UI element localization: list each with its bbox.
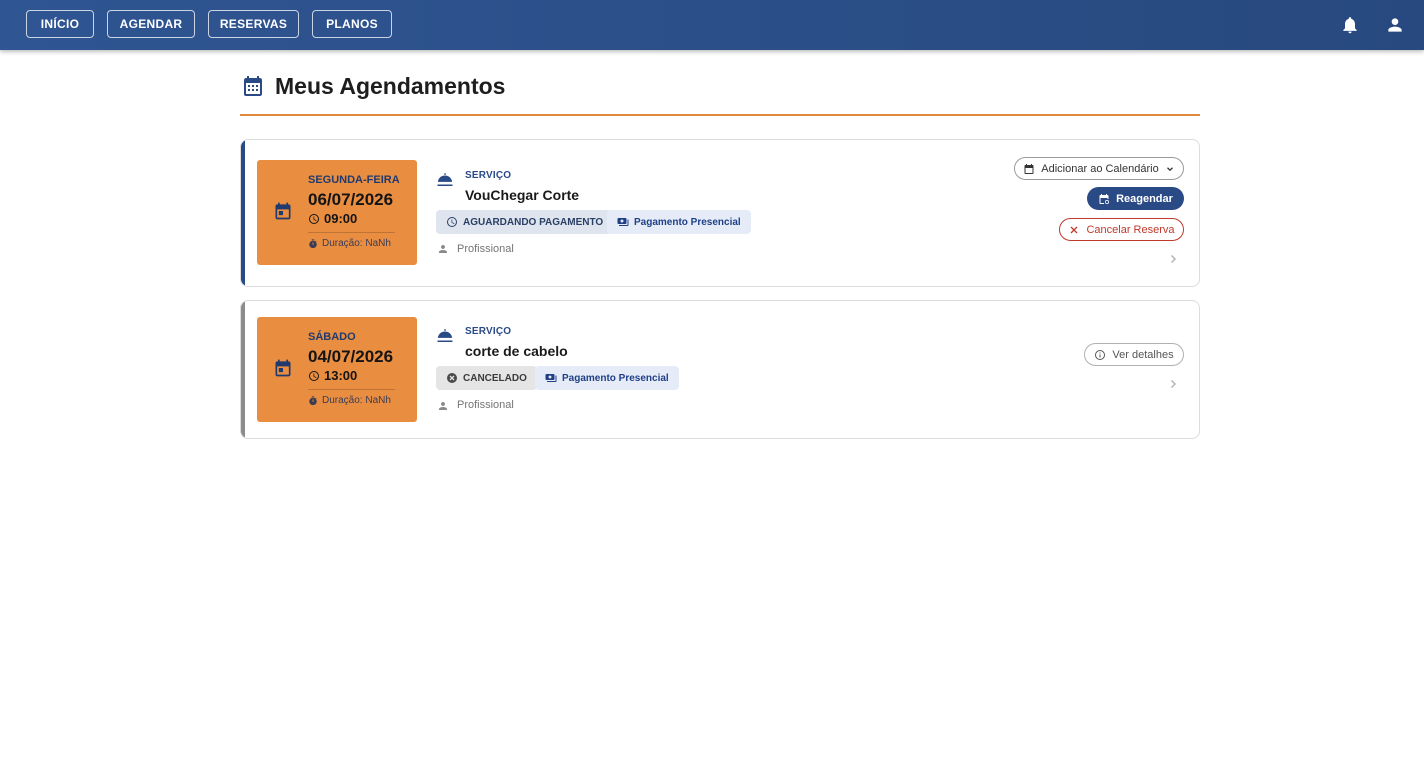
page-title: Meus Agendamentos xyxy=(275,73,506,99)
person-icon xyxy=(439,402,447,410)
date-label: 04/07/2026 xyxy=(308,347,394,366)
add-to-calendar-button[interactable]: Adicionar ao Calendário xyxy=(1014,157,1184,180)
calendar-icon xyxy=(1024,163,1034,174)
card-accent-bar xyxy=(241,140,245,286)
status-text: AGUARDANDO PAGAMENTO xyxy=(463,216,604,228)
weekday-label: SEGUNDA-FEIRA xyxy=(308,174,400,186)
date-label: 06/07/2026 xyxy=(308,190,394,209)
payment-text: Pagamento Presencial xyxy=(634,216,741,228)
info-icon xyxy=(1095,349,1106,360)
nav-planos-button[interactable]: PLANOS xyxy=(312,10,392,38)
chevron-right-icon[interactable] xyxy=(1167,253,1179,265)
weekday-label: SÁBADO xyxy=(308,331,356,343)
view-details-label: Ver detalhes xyxy=(1112,348,1174,361)
time-label: 13:00 xyxy=(324,368,358,383)
clock-icon xyxy=(309,214,319,224)
account-icon[interactable] xyxy=(1385,15,1405,35)
divider xyxy=(308,232,395,233)
bell-icon[interactable] xyxy=(1340,15,1360,35)
status-badge: CANCELADO xyxy=(436,366,537,390)
timer-icon xyxy=(309,239,317,249)
top-app-bar: INÍCIO AGENDAR RESERVAS PLANOS xyxy=(0,0,1424,50)
clock-icon xyxy=(447,217,457,227)
status-badge: AGUARDANDO PAGAMENTO xyxy=(436,210,614,234)
time-label: 09:00 xyxy=(324,211,358,226)
date-box: SEGUNDA-FEIRA 06/07/2026 09:00 Duração: … xyxy=(257,160,417,265)
view-details-button[interactable]: Ver detalhes xyxy=(1084,343,1184,366)
calendar-today-icon xyxy=(275,202,291,220)
divider xyxy=(308,389,395,390)
cancel-reservation-button[interactable]: Cancelar Reserva xyxy=(1059,218,1184,241)
add-to-calendar-label: Adicionar ao Calendário xyxy=(1041,162,1159,175)
chevron-down-icon xyxy=(1166,166,1173,171)
nav-reservas-button[interactable]: RESERVAS xyxy=(208,10,299,38)
nav-inicio-button[interactable]: INÍCIO xyxy=(26,10,94,38)
payments-icon xyxy=(545,374,557,382)
service-bell-icon xyxy=(437,173,453,186)
nav-agendar-button[interactable]: AGENDAR xyxy=(107,10,195,38)
cancel-circle-icon xyxy=(447,373,457,383)
calendar-icon xyxy=(244,76,262,96)
service-bell-icon xyxy=(437,329,453,342)
payment-badge: Pagamento Presencial xyxy=(535,366,679,390)
person-icon xyxy=(439,245,447,253)
timer-icon xyxy=(309,396,317,406)
status-text: CANCELADO xyxy=(463,372,527,384)
date-box: SÁBADO 04/07/2026 13:00 Duração: NaNh xyxy=(257,317,417,422)
professional-label: Profissional xyxy=(457,243,514,255)
professional-label: Profissional xyxy=(457,399,514,411)
calendar-today-icon xyxy=(275,359,291,377)
service-name: VouChegar Corte xyxy=(465,187,580,203)
card-accent-bar xyxy=(241,301,245,438)
appointment-card[interactable]: SÁBADO 04/07/2026 13:00 Duração: NaNh SE… xyxy=(240,300,1200,439)
service-label: SERVIÇO xyxy=(465,170,512,181)
service-label: SERVIÇO xyxy=(465,326,512,337)
payments-icon xyxy=(617,218,629,226)
appointment-card[interactable]: SEGUNDA-FEIRA 06/07/2026 09:00 Duração: … xyxy=(240,139,1200,287)
cancel-reservation-label: Cancelar Reserva xyxy=(1086,223,1175,236)
page-header: Meus Agendamentos xyxy=(240,70,1200,116)
reschedule-button[interactable]: Reagendar xyxy=(1087,187,1184,210)
close-icon xyxy=(1071,226,1078,233)
service-name: corte de cabelo xyxy=(465,343,568,359)
payment-text: Pagamento Presencial xyxy=(562,372,669,384)
chevron-right-icon[interactable] xyxy=(1167,378,1179,390)
payment-badge: Pagamento Presencial xyxy=(607,210,751,234)
duration-label: Duração: NaNh xyxy=(322,395,391,406)
reschedule-label: Reagendar xyxy=(1116,192,1173,205)
clock-icon xyxy=(309,371,319,381)
duration-label: Duração: NaNh xyxy=(322,238,391,249)
event-repeat-icon xyxy=(1099,193,1110,204)
